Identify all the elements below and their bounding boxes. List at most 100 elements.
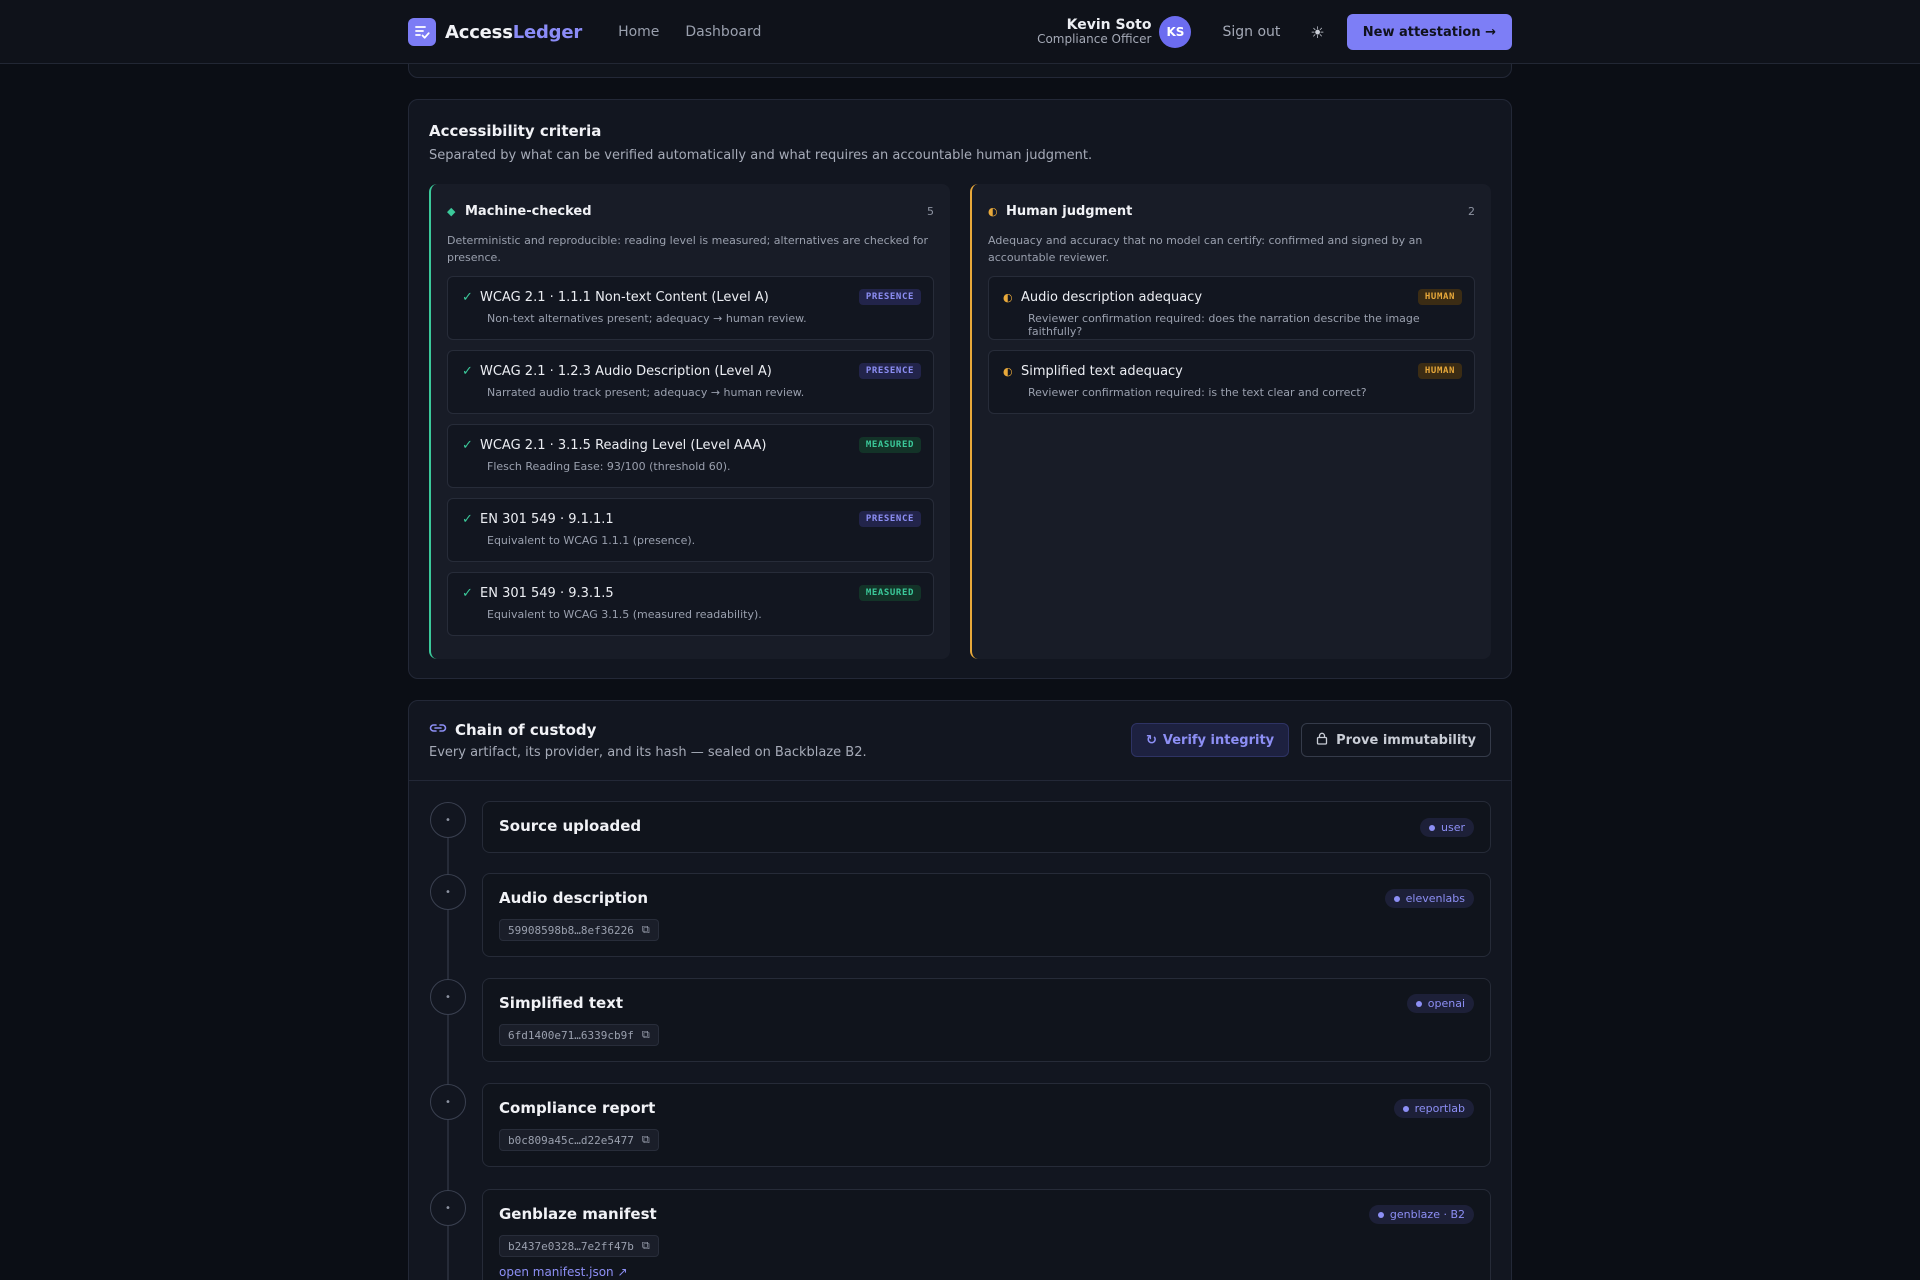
criterion-item[interactable]: ✓ WCAG 2.1 · 1.1.1 Non-text Content (Leve… bbox=[447, 276, 934, 340]
criterion-title: EN 301 549 · 9.1.1.1 bbox=[480, 511, 614, 527]
event-title: Audio description bbox=[499, 889, 648, 907]
hash-chip[interactable]: 6fd1400e71…6339cb9f ⧉ bbox=[499, 1024, 659, 1046]
hash-value: 6fd1400e71…6339cb9f bbox=[508, 1028, 634, 1042]
dot-icon bbox=[1429, 824, 1435, 831]
half-circle-icon: ◐ bbox=[988, 205, 998, 218]
user-info: Kevin Soto Compliance Officer bbox=[1037, 17, 1151, 47]
refresh-icon: ↻ bbox=[1145, 732, 1157, 748]
criterion-item[interactable]: ✓ WCAG 2.1 · 3.1.5 Reading Level (Level A… bbox=[447, 424, 934, 488]
criterion-description: Reviewer confirmation required: does the… bbox=[1028, 312, 1420, 338]
timeline-node: • bbox=[430, 802, 466, 838]
criterion-item[interactable]: ◐ Audio description adequacy HUMAN Reviewe… bbox=[988, 276, 1475, 340]
lock-icon bbox=[1316, 732, 1328, 749]
copy-icon[interactable]: ⧉ bbox=[642, 1239, 650, 1253]
verify-integrity-button[interactable]: ↻ Verify integrity bbox=[1130, 723, 1290, 757]
hash-chip[interactable]: b0c809a45c…d22e5477 ⧉ bbox=[499, 1129, 659, 1151]
timeline-node: • bbox=[430, 1084, 466, 1120]
provider-name: user bbox=[1441, 821, 1465, 834]
criterion-item[interactable]: ✓ EN 301 549 · 9.1.1.1 PRESENCE Equivalent… bbox=[447, 498, 934, 562]
custody-event[interactable]: Audio description elevenlabs 59908598b8…… bbox=[482, 873, 1491, 957]
link-icon bbox=[429, 722, 447, 738]
human-judgment-column: ◐ Human judgment 2 Adequacy and accuracy… bbox=[970, 184, 1491, 659]
user-name: Kevin Soto bbox=[1066, 17, 1152, 34]
custody-actions: ↻ Verify integrity Prove immutability bbox=[1130, 723, 1491, 757]
criterion-title: WCAG 2.1 · 1.1.1 Non-text Content (Level… bbox=[480, 289, 769, 305]
presence-badge: PRESENCE bbox=[858, 511, 921, 527]
presence-badge: PRESENCE bbox=[858, 363, 921, 379]
human-items: ◐ Audio description adequacy HUMAN Reviewe… bbox=[988, 276, 1475, 414]
custody-title: Chain of custody bbox=[455, 721, 597, 739]
criterion-description: Equivalent to WCAG 3.1.5 (measured reada… bbox=[487, 608, 762, 621]
hash-chip[interactable]: b2437e0328…7e2ff47b ⧉ bbox=[499, 1235, 659, 1257]
criterion-item[interactable]: ✓ WCAG 2.1 · 1.2.3 Audio Description (Lev… bbox=[447, 350, 934, 414]
human-count: 2 bbox=[1468, 205, 1475, 218]
criterion-description: Narrated audio track present; adequacy →… bbox=[487, 386, 805, 399]
verify-integrity-label: Verify integrity bbox=[1162, 732, 1275, 748]
machine-description: Deterministic and reproducible: reading … bbox=[447, 234, 929, 264]
prove-immutability-button[interactable]: Prove immutability bbox=[1301, 723, 1491, 757]
copy-icon[interactable]: ⧉ bbox=[642, 1028, 650, 1042]
provider-badge: elevenlabs bbox=[1384, 889, 1474, 908]
chain-of-custody-card: Chain of custody Every artifact, its pro… bbox=[408, 700, 1512, 1280]
prove-immutability-label: Prove immutability bbox=[1336, 732, 1476, 748]
copy-icon[interactable]: ⧉ bbox=[642, 923, 650, 937]
event-title: Genblaze manifest bbox=[499, 1205, 657, 1223]
check-icon: ✓ bbox=[462, 437, 473, 453]
logo-icon[interactable] bbox=[408, 18, 436, 46]
provider-badge: user bbox=[1420, 818, 1474, 837]
criterion-title: EN 301 549 · 9.3.1.5 bbox=[480, 585, 614, 601]
machine-items: ✓ WCAG 2.1 · 1.1.1 Non-text Content (Leve… bbox=[447, 276, 934, 636]
copy-icon[interactable]: ⧉ bbox=[642, 1133, 650, 1147]
check-icon: ✓ bbox=[462, 511, 473, 527]
criteria-columns: ◆ Machine-checked 5 Deterministic and re… bbox=[429, 184, 1491, 659]
timeline-node: • bbox=[430, 874, 466, 910]
brand-name[interactable]: AccessLedger bbox=[445, 22, 582, 43]
criterion-title: Simplified text adequacy bbox=[1021, 363, 1183, 379]
presence-badge: PRESENCE bbox=[858, 289, 921, 305]
custody-event[interactable]: Compliance report reportlab b0c809a45c…d… bbox=[482, 1083, 1491, 1167]
custody-header: Chain of custody Every artifact, its pro… bbox=[409, 701, 1511, 781]
hash-value: b0c809a45c…d22e5477 bbox=[508, 1133, 634, 1147]
criterion-title: Audio description adequacy bbox=[1021, 289, 1203, 305]
provider-badge: openai bbox=[1406, 994, 1474, 1013]
provider-name: reportlab bbox=[1414, 1102, 1465, 1115]
criterion-title: WCAG 2.1 · 1.2.3 Audio Description (Leve… bbox=[480, 363, 772, 379]
criterion-description: Reviewer confirmation required: is the t… bbox=[1028, 386, 1367, 399]
check-icon: ✓ bbox=[462, 363, 473, 379]
provider-badge: reportlab bbox=[1393, 1099, 1474, 1118]
theme-toggle-icon[interactable]: ☀ bbox=[1310, 23, 1324, 42]
human-column-title: Human judgment bbox=[1006, 204, 1133, 219]
provider-name: openai bbox=[1427, 997, 1465, 1010]
sign-out-link[interactable]: Sign out bbox=[1222, 24, 1280, 40]
custody-event[interactable]: Simplified text openai 6fd1400e71…6339cb… bbox=[482, 978, 1491, 1062]
event-title: Source uploaded bbox=[499, 817, 642, 835]
human-badge: HUMAN bbox=[1417, 363, 1462, 379]
criterion-description: Non-text alternatives present; adequacy … bbox=[487, 312, 807, 325]
new-attestation-button[interactable]: New attestation → bbox=[1346, 14, 1512, 50]
criterion-description: Flesch Reading Ease: 93/100 (threshold 6… bbox=[487, 460, 731, 473]
top-navigation-inner: AccessLedger Home Dashboard Kevin Soto C… bbox=[408, 0, 1512, 64]
measured-badge: MEASURED bbox=[858, 437, 921, 453]
machine-column-header: ◆ Machine-checked 5 bbox=[447, 204, 934, 219]
timeline-node: • bbox=[430, 1190, 466, 1226]
avatar[interactable]: KS bbox=[1159, 16, 1192, 48]
check-icon: ✓ bbox=[462, 289, 473, 305]
criterion-item[interactable]: ✓ EN 301 549 · 9.3.1.5 MEASURED Equivalent… bbox=[447, 572, 934, 636]
open-manifest-link[interactable]: open manifest.json ↗ bbox=[499, 1265, 1474, 1279]
criteria-title: Accessibility criteria bbox=[429, 122, 602, 140]
dot-icon bbox=[1415, 1000, 1422, 1007]
custody-event[interactable]: Source uploaded user bbox=[482, 801, 1491, 853]
custody-event[interactable]: Genblaze manifest genblaze · B2 b2437e03… bbox=[482, 1189, 1491, 1280]
hash-value: b2437e0328…7e2ff47b bbox=[508, 1239, 634, 1253]
top-navigation-bar: AccessLedger Home Dashboard Kevin Soto C… bbox=[0, 0, 1920, 64]
provider-name: genblaze · B2 bbox=[1389, 1208, 1465, 1221]
criterion-item[interactable]: ◐ Simplified text adequacy HUMAN Reviewer … bbox=[988, 350, 1475, 414]
dot-icon bbox=[1377, 1211, 1384, 1218]
dot-icon bbox=[1402, 1105, 1409, 1112]
provider-name: elevenlabs bbox=[1405, 892, 1465, 905]
accessibility-criteria-card: Accessibility criteria Separated by what… bbox=[408, 99, 1512, 679]
hash-chip[interactable]: 59908598b8…8ef36226 ⧉ bbox=[499, 919, 659, 941]
nav-home[interactable]: Home bbox=[618, 24, 659, 40]
half-circle-icon: ◐ bbox=[1003, 364, 1013, 378]
nav-dashboard[interactable]: Dashboard bbox=[685, 24, 761, 40]
